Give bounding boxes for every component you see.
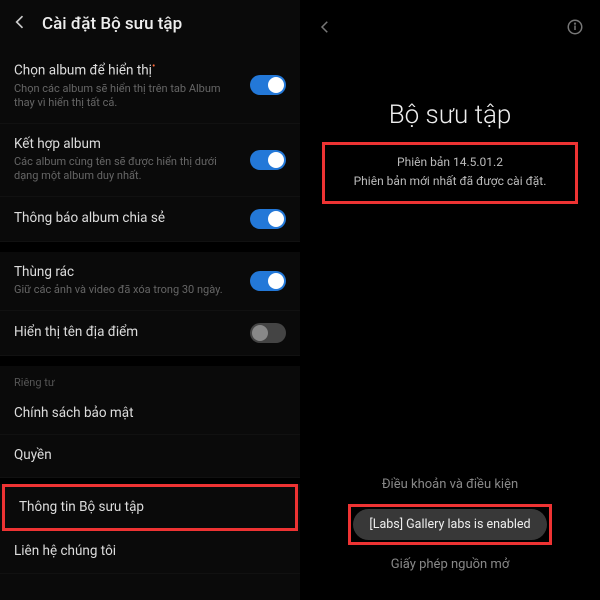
toggle-choose-albums[interactable] bbox=[250, 75, 286, 95]
back-icon[interactable] bbox=[10, 12, 30, 36]
setting-subtitle: Chọn các album sẽ hiển thị trên tab Albu… bbox=[14, 82, 240, 111]
setting-label: Hiển thị tên địa điểm bbox=[14, 324, 240, 342]
toggle-shared-notifications[interactable] bbox=[250, 209, 286, 229]
link-terms[interactable]: Điều khoản và điều kiện bbox=[300, 469, 600, 500]
setting-privacy-policy[interactable]: Chính sách bảo mật bbox=[0, 393, 300, 436]
setting-shared-notifications[interactable]: Thông báo album chia sẻ bbox=[0, 197, 300, 242]
about-bottom-links: Điều khoản và điều kiện [Labs] Gallery l… bbox=[300, 469, 600, 580]
settings-title: Cài đặt Bộ sưu tập bbox=[42, 14, 182, 34]
setting-subtitle: Các album cùng tên sẽ được hiển thị dưới… bbox=[14, 155, 240, 184]
highlight-about-row: Thông tin Bộ sưu tập bbox=[2, 484, 298, 532]
back-icon[interactable] bbox=[316, 18, 334, 40]
setting-merge-albums[interactable]: Kết hợp album Các album cùng tên sẽ được… bbox=[0, 124, 300, 197]
version-number: Phiên bản 14.5.01.2 bbox=[331, 153, 569, 172]
setting-contact-us[interactable]: Liên hệ chúng tôi bbox=[0, 531, 300, 574]
about-panel: Bộ sưu tập Phiên bản 14.5.01.2 Phiên bản… bbox=[300, 0, 600, 600]
setting-trash[interactable]: Thùng rác Giữ các ảnh và video đã xóa tr… bbox=[0, 252, 300, 311]
toggle-merge-albums[interactable] bbox=[250, 150, 286, 170]
setting-about-gallery[interactable]: Thông tin Bộ sưu tập bbox=[5, 487, 295, 529]
setting-label: Thông báo album chia sẻ bbox=[14, 210, 240, 228]
labs-enabled-toast: [Labs] Gallery labs is enabled bbox=[353, 509, 546, 540]
setting-label: Thông tin Bộ sưu tập bbox=[19, 499, 271, 517]
settings-panel: Cài đặt Bộ sưu tập Chọn album để hiển th… bbox=[0, 0, 300, 600]
setting-choose-albums[interactable]: Chọn album để hiển thị• Chọn các album s… bbox=[0, 48, 300, 124]
setting-label: Chọn album để hiển thị• bbox=[14, 60, 240, 80]
info-icon[interactable] bbox=[566, 18, 584, 40]
setting-label: Quyền bbox=[14, 447, 276, 465]
app-name: Bộ sưu tập bbox=[300, 100, 600, 130]
toggle-trash[interactable] bbox=[250, 271, 286, 291]
settings-header: Cài đặt Bộ sưu tập bbox=[0, 0, 300, 48]
setting-label: Kết hợp album bbox=[14, 136, 240, 154]
version-status: Phiên bản mới nhất đã được cài đặt. bbox=[331, 172, 569, 191]
setting-label: Thùng rác bbox=[14, 264, 240, 282]
setting-label: Chính sách bảo mật bbox=[14, 405, 276, 423]
highlight-toast: [Labs] Gallery labs is enabled bbox=[348, 504, 551, 545]
setting-subtitle: Giữ các ảnh và video đã xóa trong 30 ngà… bbox=[14, 283, 240, 297]
about-header bbox=[300, 0, 600, 50]
privacy-section-label: Riêng tư bbox=[0, 366, 300, 393]
setting-label: Liên hệ chúng tôi bbox=[14, 543, 276, 561]
toggle-location-names[interactable] bbox=[250, 323, 286, 343]
link-open-source[interactable]: Giấy phép nguồn mở bbox=[300, 549, 600, 580]
highlight-version-block: Phiên bản 14.5.01.2 Phiên bản mới nhất đ… bbox=[322, 142, 578, 204]
setting-location-names[interactable]: Hiển thị tên địa điểm bbox=[0, 311, 300, 356]
setting-permissions[interactable]: Quyền bbox=[0, 435, 300, 478]
